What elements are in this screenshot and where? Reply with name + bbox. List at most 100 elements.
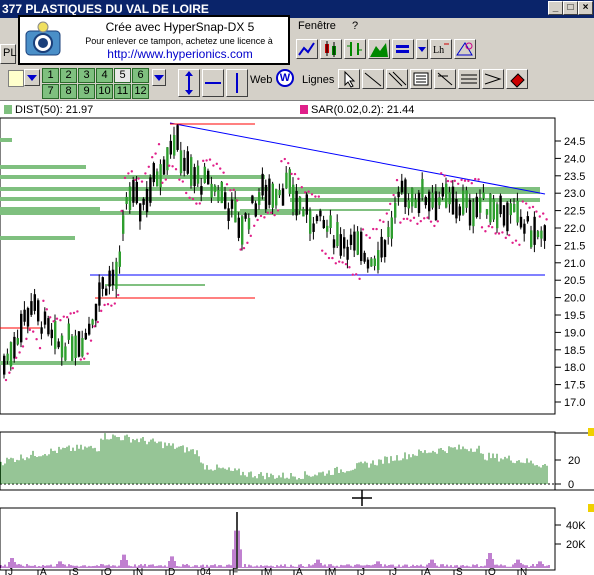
sar-dot	[161, 181, 164, 184]
sar-dot	[341, 261, 344, 264]
sar-dot	[521, 200, 524, 203]
sar-dot	[15, 356, 18, 359]
candle-body	[169, 140, 172, 155]
candle-body	[485, 209, 489, 215]
candle-body	[94, 303, 98, 321]
sar-dot	[385, 212, 388, 215]
sar-dot	[106, 303, 110, 306]
sar-dot	[338, 260, 341, 263]
candle-body	[237, 217, 240, 238]
candle-body	[125, 196, 128, 204]
candle-body	[281, 188, 285, 206]
candle-body	[224, 192, 227, 209]
candle-body	[13, 336, 16, 359]
candle-body	[288, 169, 291, 194]
candle-body	[468, 199, 472, 226]
sar-dot	[93, 325, 96, 328]
candle-body	[509, 203, 512, 216]
sar-dot	[317, 195, 320, 198]
candle-body	[26, 308, 30, 327]
candle-body	[302, 208, 305, 217]
candle-body	[404, 179, 407, 208]
candle-body	[523, 223, 526, 234]
sar-dot	[113, 302, 117, 305]
candle-body	[343, 237, 346, 249]
sar-dot	[501, 231, 504, 234]
price-tick-label: 21.0	[564, 258, 585, 270]
sar-dot	[123, 176, 127, 180]
volume-tick-label: 40K	[566, 520, 586, 532]
candle-body	[482, 192, 485, 199]
candle-body	[186, 151, 189, 174]
candle-body	[417, 192, 421, 214]
candle-body	[363, 252, 366, 262]
sar-dot	[399, 221, 402, 224]
candle-body	[162, 159, 166, 175]
sar-dot	[372, 227, 375, 231]
candle-body	[516, 200, 519, 223]
candle-body	[543, 225, 546, 241]
candle-body	[380, 236, 383, 258]
candle-body	[356, 231, 359, 255]
dist-bar	[0, 165, 86, 169]
time-label: N	[136, 567, 143, 575]
sar-dot	[511, 241, 514, 245]
candle-body	[20, 313, 23, 343]
sar-dot	[86, 352, 89, 355]
stock-chart[interactable]: 24.5 24.0 23.5 23.0 22.5 22.0 21.5 21.0 20.5 20.0…	[0, 0, 594, 575]
sar-dot	[412, 216, 416, 220]
sar-dot	[395, 178, 399, 182]
candle-body	[166, 147, 169, 171]
volume-tick-label: 20K	[566, 539, 586, 551]
panel-handle-icon	[588, 428, 594, 436]
candle-body	[234, 198, 237, 223]
sar-dot	[358, 277, 361, 281]
sar-dot	[545, 218, 548, 221]
price-tick-label: 18.5	[564, 345, 585, 357]
sar-dot	[246, 241, 249, 245]
sar-dot	[18, 351, 21, 354]
candle-body	[298, 196, 302, 211]
time-label: M	[328, 567, 336, 575]
sar-dot	[32, 330, 35, 333]
sar-dot	[236, 199, 239, 202]
sar-dot	[171, 165, 174, 168]
time-label: 04	[200, 567, 212, 575]
sar-dot	[270, 211, 273, 214]
sar-dot	[253, 224, 256, 227]
candle-body	[77, 331, 81, 357]
sar-dot	[304, 191, 307, 194]
sar-dot	[21, 345, 25, 348]
dist-bar	[0, 175, 265, 179]
sar-dot	[222, 171, 225, 174]
sar-dot	[280, 160, 283, 163]
candle-body	[292, 184, 295, 213]
candle-body	[370, 258, 373, 267]
candle-body	[346, 246, 349, 260]
sar-dot	[436, 220, 439, 223]
sar-dot	[72, 311, 76, 315]
candle-body	[332, 239, 336, 248]
candle-body	[179, 150, 183, 174]
watermark-link[interactable]: http://www.hyperionics.com	[70, 47, 290, 61]
candle-body	[455, 199, 458, 219]
sar-dot	[208, 158, 212, 161]
price-tick-label: 23.5	[564, 171, 585, 183]
price-tick-label: 20.5	[564, 275, 585, 287]
sar-dot	[361, 228, 365, 231]
candle-body	[43, 311, 47, 325]
candle-body	[394, 202, 397, 218]
sar-dot	[538, 215, 541, 218]
candle-body	[475, 196, 478, 218]
sar-dot	[225, 183, 229, 186]
sar-dot	[321, 249, 324, 252]
candle-body	[196, 165, 200, 184]
sar-dot	[355, 273, 358, 276]
sar-dot	[266, 211, 269, 214]
watermark-line-1: Crée avec HyperSnap-DX 5	[105, 20, 255, 34]
sar-dot	[327, 256, 331, 260]
candle-body	[71, 336, 74, 361]
candle-body	[526, 216, 529, 222]
candle-body	[530, 230, 533, 248]
price-tick-label: 22.5	[564, 206, 585, 218]
